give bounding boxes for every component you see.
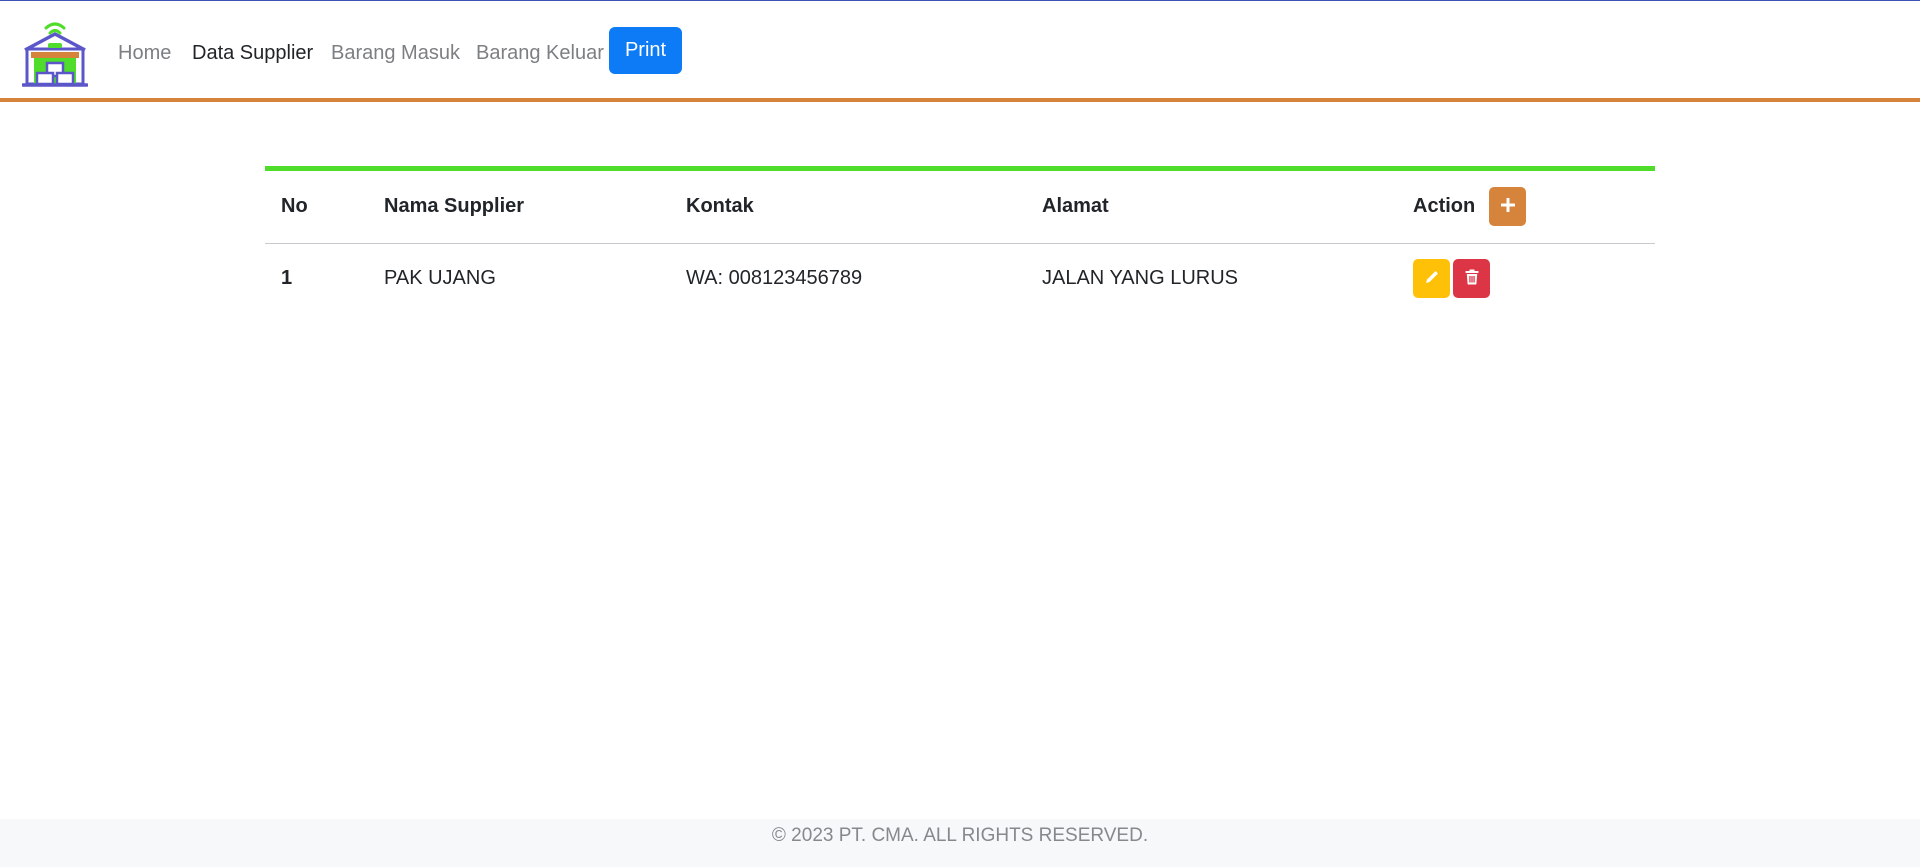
delete-button[interactable] — [1453, 258, 1490, 298]
row-kontak: WA: 008123456789 — [686, 266, 863, 289]
supplier-table: No Nama Supplier Kontak Alamat Action 1 … — [265, 171, 1655, 313]
copyright-text: © 2023 PT. CMA. ALL RIGHTS RESERVED. — [771, 825, 1149, 846]
header-action: Action — [1397, 171, 1655, 244]
header-no: No — [265, 171, 368, 244]
navbar: Home Data Supplier Barang Masuk Barang K… — [0, 1, 1920, 102]
nav-link-barang-keluar[interactable]: Barang Keluar — [476, 39, 604, 67]
table-header-row: No Nama Supplier Kontak Alamat Action — [265, 171, 1655, 244]
nav-link-home[interactable]: Home — [118, 39, 171, 67]
header-nama-supplier: Nama Supplier — [368, 171, 670, 244]
trash-icon — [1465, 269, 1479, 288]
header-alamat: Alamat — [1026, 171, 1397, 244]
warehouse-logo-icon[interactable] — [21, 16, 89, 88]
print-button[interactable]: Print — [609, 27, 682, 74]
row-actions — [1397, 243, 1655, 313]
footer: © 2023 PT. CMA. ALL RIGHTS RESERVED. — [0, 819, 1920, 867]
plus-icon — [1500, 197, 1516, 216]
nav-link-data-supplier[interactable]: Data Supplier — [192, 39, 313, 67]
supplier-table-container: No Nama Supplier Kontak Alamat Action 1 … — [265, 166, 1655, 313]
row-nama-supplier: PAK UJANG — [384, 266, 496, 289]
edit-button[interactable] — [1413, 258, 1450, 298]
row-alamat: JALAN YANG LURUS — [1042, 266, 1238, 289]
add-supplier-button[interactable] — [1489, 187, 1527, 227]
pencil-icon — [1424, 269, 1440, 288]
header-kontak: Kontak — [670, 171, 1026, 244]
header-action-label: Action — [1413, 195, 1476, 218]
nav-link-barang-masuk[interactable]: Barang Masuk — [331, 39, 460, 67]
table-row: 1 PAK UJANG WA: 008123456789 JALAN YANG … — [265, 243, 1655, 313]
row-no: 1 — [281, 266, 293, 289]
